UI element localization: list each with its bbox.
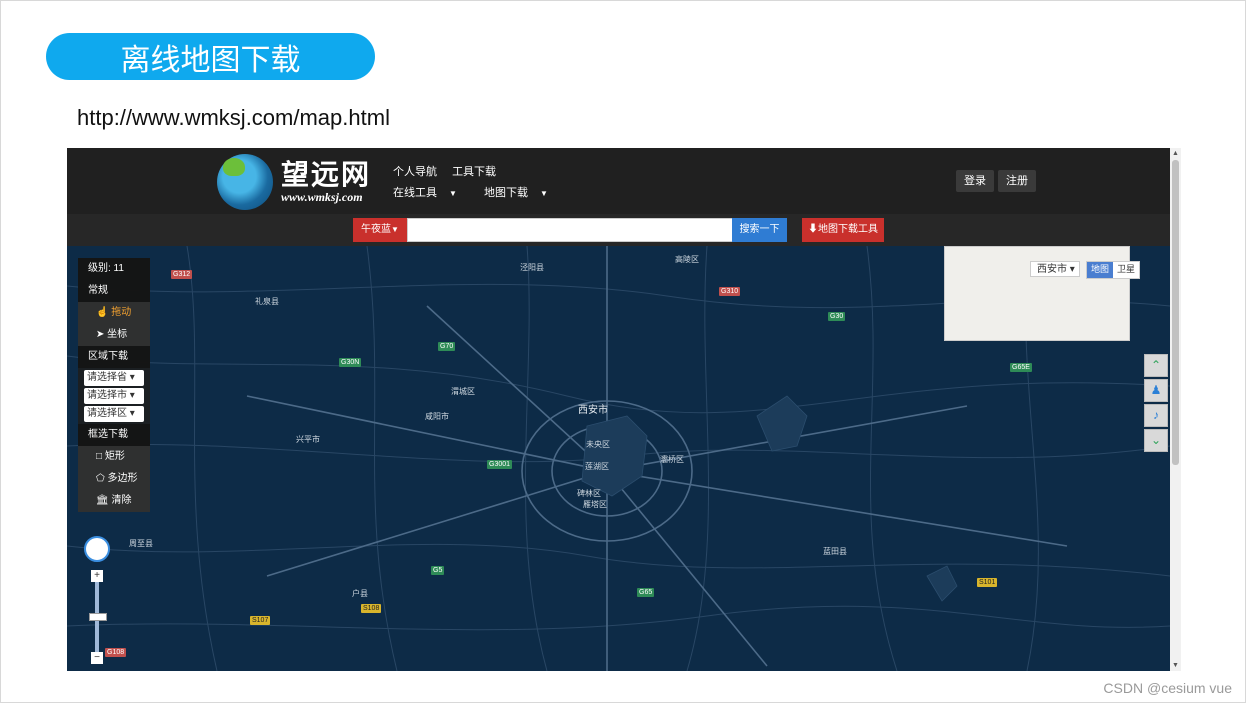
box-download-title: 框选下载 xyxy=(78,424,150,446)
coords-tool-button[interactable]: ➤ 坐标 xyxy=(78,324,150,346)
login-button[interactable]: 登录 xyxy=(956,170,994,192)
chevron-up-icon[interactable]: ⌃ xyxy=(1144,354,1168,377)
chevron-down-icon[interactable]: ⌄ xyxy=(1144,429,1168,452)
road-shield: S107 xyxy=(250,616,271,625)
map-tool-panel: 级别: 11 常规 ☝ 拖动 ➤ 坐标 区域下载 请选择省 ▾ 请选择市 ▾ 请… xyxy=(78,258,150,512)
road-shield: S101 xyxy=(977,578,998,587)
map-label-county: 礼泉县 xyxy=(255,297,279,306)
square-icon: □ xyxy=(96,451,103,462)
map-label-district: 灞桥区 xyxy=(660,455,684,464)
map-city-select[interactable]: 西安市 ▾ xyxy=(1030,261,1080,277)
caret-down-icon: ▼ xyxy=(539,189,548,198)
road-shield: G5 xyxy=(431,566,445,575)
site-logo[interactable]: 望远网 www.wmksj.com xyxy=(217,152,371,212)
polygon-icon: ⬠ xyxy=(96,473,105,484)
download-icon: ⬇ xyxy=(808,224,818,235)
download-tool-button[interactable]: ⬇地图下载工具 xyxy=(802,218,884,242)
road-shield: G65E xyxy=(1010,363,1032,372)
polygon-tool-button[interactable]: ⬠ 多边形 xyxy=(78,468,150,490)
map-label-district: 未央区 xyxy=(586,440,610,449)
caret-down-icon: ▼ xyxy=(449,189,457,198)
clear-tool-button[interactable]: 🏛 清除 xyxy=(78,490,150,512)
road-shield: G3001 xyxy=(487,460,513,469)
map-type-switch: 地图 卫星 xyxy=(1086,261,1141,279)
slide-title: 离线地图下载 xyxy=(46,33,375,80)
road-shield: S108 xyxy=(361,604,382,613)
nav-row-1: 个人导航 工具下载 xyxy=(393,163,508,179)
zoom-in-button[interactable]: + xyxy=(91,570,103,582)
area-download-title: 区域下载 xyxy=(78,346,150,368)
nav-online-tools[interactable]: 在线工具 ▼ xyxy=(393,187,469,199)
map-label-district: 莲湖区 xyxy=(585,462,609,471)
caret-down-icon: ▼ xyxy=(391,225,399,234)
nav-row-2: 在线工具 ▼ 地图下载 ▼ xyxy=(393,184,572,200)
map-type-map[interactable]: 地图 xyxy=(1087,262,1114,278)
map-label-city: 咸阳市 xyxy=(425,412,449,421)
road-shield: G65 xyxy=(637,588,655,597)
nav-tool-download[interactable]: 工具下载 xyxy=(452,166,496,178)
location-arrow-icon: ➤ xyxy=(96,329,105,340)
theme-dropdown-button[interactable]: 午夜蓝▼ xyxy=(353,218,407,242)
district-select[interactable]: 请选择区 ▾ xyxy=(84,406,144,422)
drag-tool-button[interactable]: ☝ 拖动 xyxy=(78,302,150,324)
zoom-level-label: 级别: 11 xyxy=(78,258,150,280)
scroll-thumb[interactable] xyxy=(1172,160,1179,465)
map-label-district: 碑林区 xyxy=(577,489,601,498)
slide-url: http://www.wmksj.com/map.html xyxy=(77,105,390,130)
pan-control[interactable] xyxy=(84,536,110,562)
search-input[interactable] xyxy=(407,218,734,242)
nav-map-download[interactable]: 地图下载 ▼ xyxy=(484,187,560,199)
map-label-county: 周至县 xyxy=(129,539,153,548)
road-shield: G310 xyxy=(719,287,741,296)
province-select[interactable]: 请选择省 ▾ xyxy=(84,370,144,386)
map-label-district: 高陵区 xyxy=(675,255,699,264)
road-shield: G70 xyxy=(438,342,456,351)
site-header: 望远网 www.wmksj.com 个人导航 工具下载 在线工具 ▼ 地图下载 ▼ … xyxy=(67,148,1181,214)
tiktok-icon[interactable]: ♪ xyxy=(1144,404,1168,427)
zoom-out-button[interactable]: − xyxy=(91,652,103,664)
road-shield: G30N xyxy=(339,358,362,367)
map-label-district: 渭城区 xyxy=(451,387,475,396)
map-label-county: 泾阳县 xyxy=(520,263,544,272)
nav-personal-navigation[interactable]: 个人导航 xyxy=(393,166,437,178)
map-canvas[interactable]: 西安市 咸阳市 蓝田县 未央区 莲湖区 碑林区 雁塔区 灞桥区 高陵区 泾阳县 … xyxy=(67,246,1170,671)
logo-emblem-icon xyxy=(217,154,273,210)
general-section-title: 常规 xyxy=(78,280,150,302)
map-label-city: 蓝田县 xyxy=(823,547,847,556)
bank-icon: 🏛 xyxy=(96,495,109,506)
search-button[interactable]: 搜索一下 xyxy=(732,218,787,242)
road-shield: G312 xyxy=(171,270,193,279)
rect-tool-button[interactable]: □ 矩形 xyxy=(78,446,150,468)
page-scrollbar[interactable]: ▲ ▼ xyxy=(1170,148,1181,671)
road-shield: G108 xyxy=(105,648,127,657)
road-shield: G30 xyxy=(828,312,846,321)
qq-icon[interactable]: ♟ xyxy=(1144,379,1168,402)
logo-domain: www.wmksj.com xyxy=(281,190,363,204)
website-screenshot: 望远网 www.wmksj.com 个人导航 工具下载 在线工具 ▼ 地图下载 ▼ … xyxy=(67,148,1181,671)
map-label-county: 户县 xyxy=(352,589,368,598)
scroll-up-icon[interactable]: ▲ xyxy=(1172,150,1179,157)
city-select[interactable]: 请选择市 ▾ xyxy=(84,388,144,404)
logo-name: 望远网 xyxy=(281,158,372,191)
hand-icon: ☝ xyxy=(96,307,109,318)
zoom-slider-handle[interactable] xyxy=(89,613,107,621)
csdn-watermark: CSDN @cesium vue xyxy=(1103,680,1232,696)
scroll-down-icon[interactable]: ▼ xyxy=(1172,662,1179,669)
map-label-city: 西安市 xyxy=(578,405,608,416)
map-type-satellite[interactable]: 卫星 xyxy=(1113,262,1140,278)
register-button[interactable]: 注册 xyxy=(998,170,1036,192)
map-label-district: 雁塔区 xyxy=(583,500,607,509)
map-label-city: 兴平市 xyxy=(296,435,320,444)
